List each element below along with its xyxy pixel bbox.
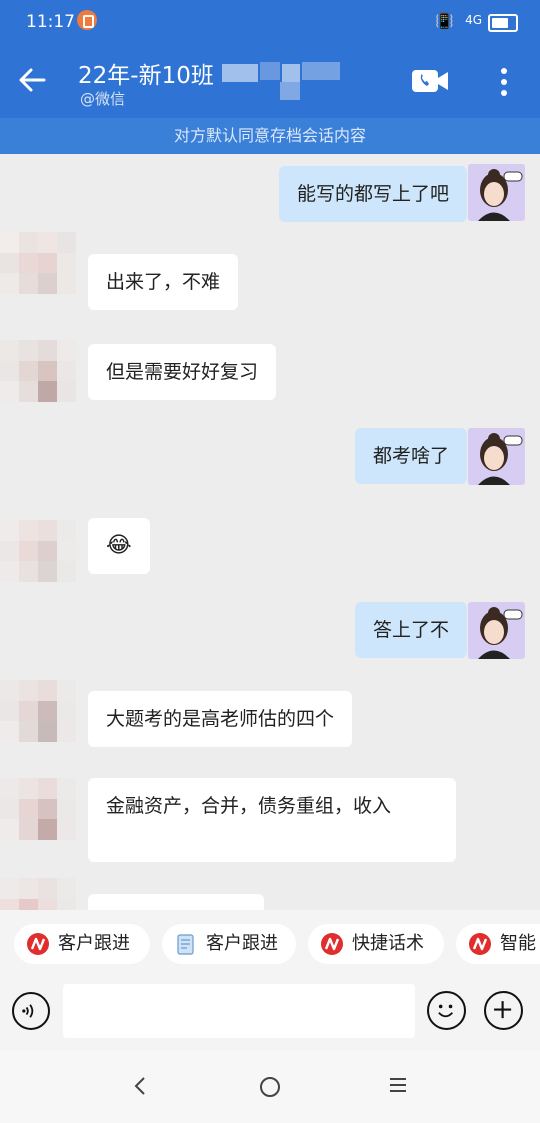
red-logo-icon [321, 933, 343, 955]
quick-action-chip[interactable]: 客户跟进 [162, 924, 296, 964]
back-arrow-icon[interactable] [14, 62, 50, 98]
message-bubble-outgoing[interactable]: 都考啥了 [354, 428, 467, 484]
message-bubble-incoming[interactable]: 大题考的是高老师估的四个 [88, 691, 353, 747]
quick-action-chip[interactable]: 快捷话术 [308, 924, 444, 964]
quick-action-chip[interactable]: 智能 [456, 924, 540, 964]
message-bubble-incoming[interactable]: 出来了，不难 [88, 254, 239, 310]
vibrate-icon: 📳 [435, 12, 454, 30]
status-icons: 📳 4G [435, 11, 518, 33]
chat-subtitle: @微信 [80, 90, 126, 108]
my-avatar[interactable] [468, 164, 525, 221]
more-options-icon[interactable] [494, 64, 514, 100]
quick-actions-bar: 客户跟进 客户跟进 快捷话术 智能 [0, 910, 540, 980]
status-time: 11:17 [26, 12, 75, 32]
voice-input-icon[interactable] [12, 992, 50, 1030]
my-avatar[interactable] [468, 428, 525, 485]
notification-icon [77, 10, 97, 30]
archive-notice: 对方默认同意存档会话内容 [0, 118, 540, 154]
battery-icon [488, 14, 518, 32]
nav-home-icon[interactable] [260, 1077, 280, 1097]
red-logo-icon [469, 933, 491, 955]
contact-avatar-blurred[interactable] [0, 878, 76, 910]
contact-avatar-blurred[interactable] [0, 778, 76, 840]
contact-avatar-blurred[interactable] [0, 232, 76, 294]
quick-action-chip[interactable]: 客户跟进 [14, 924, 150, 964]
message-input[interactable] [63, 984, 415, 1038]
message-bubble-incoming-partial[interactable] [88, 894, 264, 910]
status-bar: 11:17 📳 4G [0, 0, 540, 44]
contact-avatar-blurred[interactable] [0, 520, 76, 582]
message-bubble-outgoing[interactable]: 能写的都写上了吧 [278, 166, 467, 222]
message-bubble-outgoing[interactable]: 答上了不 [354, 602, 467, 658]
nav-menu-icon[interactable] [390, 1078, 406, 1092]
add-more-icon[interactable] [484, 991, 523, 1030]
input-bar [0, 980, 540, 1050]
signal-icon: 4G [465, 13, 482, 27]
emoji-icon[interactable] [427, 991, 466, 1030]
red-logo-icon [27, 933, 49, 955]
title-redacted-blur [222, 60, 340, 100]
chat-messages[interactable]: 能写的都写上了吧 出来了，不难 但是需要好好复习 都考啥了 😂 答上了不 大题考… [0, 154, 540, 910]
chat-title: 22年-新10班 [78, 63, 214, 89]
contact-avatar-blurred[interactable] [0, 680, 76, 742]
system-nav-bar [0, 1050, 540, 1123]
message-bubble-incoming[interactable]: 😂 [88, 518, 150, 574]
nav-back-icon[interactable] [128, 1074, 152, 1098]
video-call-icon[interactable] [410, 66, 450, 96]
my-avatar[interactable] [468, 602, 525, 659]
notepad-icon [177, 934, 194, 955]
message-bubble-incoming[interactable]: 金融资产，合并，债务重组，收入 [88, 778, 456, 862]
chat-header: 22年-新10班 @微信 [0, 44, 540, 118]
message-bubble-incoming[interactable]: 但是需要好好复习 [88, 344, 277, 400]
contact-avatar-blurred[interactable] [0, 340, 76, 402]
